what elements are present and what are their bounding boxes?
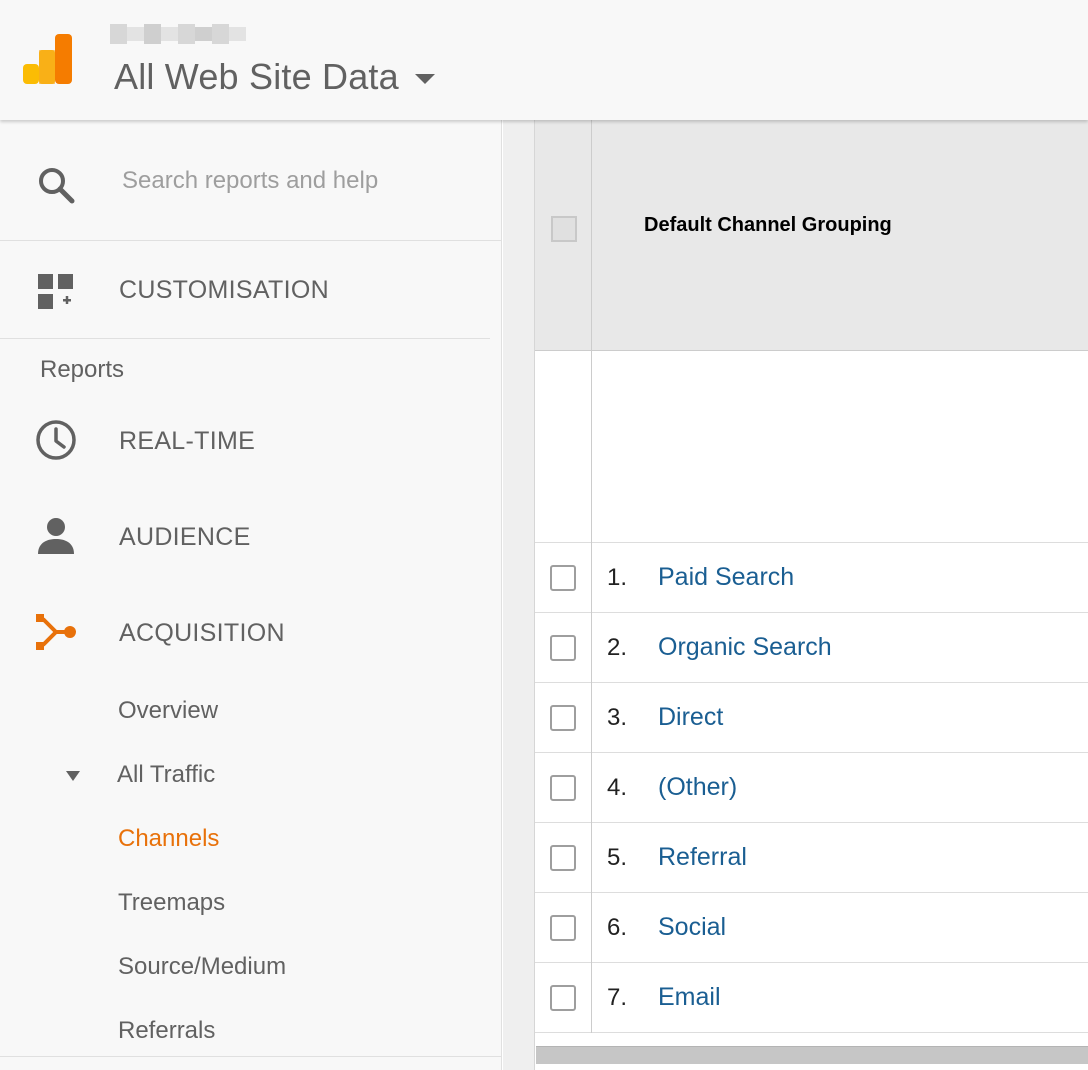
row-checkbox[interactable] <box>550 635 576 661</box>
row-number: 2. <box>607 634 628 661</box>
channel-link[interactable]: Email <box>658 983 721 1012</box>
row-checkbox[interactable] <box>550 565 576 591</box>
acquisition-icon <box>36 614 76 650</box>
person-icon <box>38 518 74 554</box>
search-row <box>0 120 502 241</box>
analytics-logo[interactable] <box>22 34 74 86</box>
sidebar-item-label: ACQUISITION <box>119 619 285 647</box>
row-number: 3. <box>607 704 628 731</box>
sidebar: CUSTOMISATION Reports REAL-TIME AUDIENCE… <box>0 120 502 1070</box>
property-selector[interactable]: All Web Site Data <box>114 52 435 102</box>
account-name-redacted <box>110 24 246 44</box>
table-header: Default Channel Grouping <box>535 120 1088 351</box>
sidebar-item-source-medium[interactable]: Source/Medium <box>118 953 286 981</box>
row-number: 5. <box>607 844 628 871</box>
expand-triangle-icon[interactable] <box>66 771 80 781</box>
sidebar-divider <box>0 1056 502 1057</box>
table-row: 5. Referral <box>535 823 1088 893</box>
app-header: All Web Site Data <box>0 0 1088 120</box>
column-header-default-channel-grouping[interactable]: Default Channel Grouping <box>644 214 892 237</box>
horizontal-scrollbar[interactable] <box>536 1046 1088 1064</box>
table-row: 2. Organic Search <box>535 613 1088 683</box>
dropdown-caret-icon <box>414 74 435 84</box>
channel-link[interactable]: Social <box>658 913 726 942</box>
row-number: 7. <box>607 984 628 1011</box>
totals-row <box>535 351 1088 543</box>
sidebar-item-label: CUSTOMISATION <box>119 276 329 304</box>
row-checkbox[interactable] <box>550 705 576 731</box>
table-row: 3. Direct <box>535 683 1088 753</box>
select-all-checkbox[interactable] <box>551 216 577 242</box>
row-number: 4. <box>607 774 628 801</box>
search-input[interactable] <box>110 160 470 202</box>
reports-section-title: Reports <box>40 356 125 383</box>
sidebar-item-label: REAL-TIME <box>119 427 256 455</box>
sidebar-item-channels[interactable]: Channels <box>118 825 219 853</box>
sidebar-item-audience[interactable]: AUDIENCE <box>0 496 490 576</box>
sidebar-item-referrals[interactable]: Referrals <box>118 1017 215 1045</box>
sidebar-item-acquisition[interactable]: ACQUISITION <box>0 592 490 672</box>
channel-link[interactable]: Organic Search <box>658 633 832 662</box>
column-divider <box>591 120 592 1033</box>
channel-link[interactable]: Paid Search <box>658 563 794 592</box>
channel-link[interactable]: (Other) <box>658 773 737 802</box>
search-icon <box>39 168 75 204</box>
property-title: All Web Site Data <box>114 56 399 97</box>
channel-link[interactable]: Referral <box>658 843 747 872</box>
sidebar-item-overview[interactable]: Overview <box>118 697 218 725</box>
table-row: 7. Email <box>535 963 1088 1033</box>
row-checkbox[interactable] <box>550 775 576 801</box>
dashboard-add-icon <box>38 274 73 309</box>
sidebar-item-treemaps[interactable]: Treemaps <box>118 889 225 917</box>
sidebar-item-real-time[interactable]: REAL-TIME <box>0 400 490 480</box>
sidebar-item-all-traffic[interactable]: All Traffic <box>117 761 215 789</box>
table-row: 4. (Other) <box>535 753 1088 823</box>
row-checkbox[interactable] <box>550 985 576 1011</box>
table-gutter <box>503 120 535 1070</box>
row-checkbox[interactable] <box>550 915 576 941</box>
row-number: 1. <box>607 564 628 591</box>
table-row: 1. Paid Search <box>535 543 1088 613</box>
clock-icon <box>36 420 76 460</box>
channel-link[interactable]: Direct <box>658 703 723 732</box>
row-checkbox[interactable] <box>550 845 576 871</box>
sidebar-item-customisation[interactable]: CUSTOMISATION <box>0 241 490 339</box>
table-row: 6. Social <box>535 893 1088 963</box>
sidebar-item-label: AUDIENCE <box>119 523 251 551</box>
row-number: 6. <box>607 914 628 941</box>
report-table-area: Default Channel Grouping 1. Paid Search … <box>503 120 1088 1070</box>
